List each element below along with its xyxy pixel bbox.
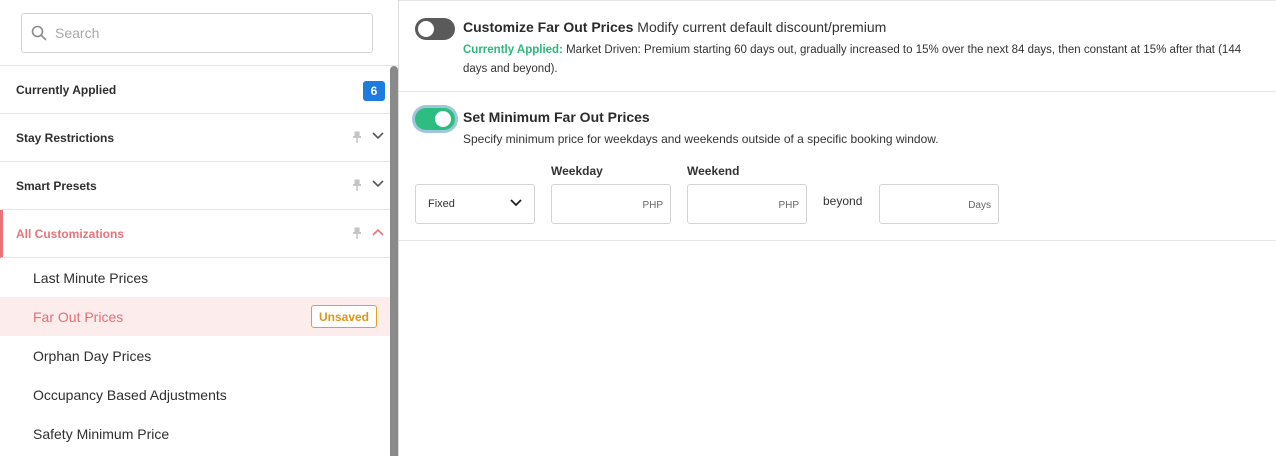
search-icon — [31, 25, 47, 41]
price-type-value: Fixed — [428, 198, 455, 210]
sidebar-item-label: Occupancy Based Adjustments — [33, 386, 227, 403]
pin-icon[interactable] — [352, 227, 362, 239]
weekday-price-input[interactable]: PHP — [551, 184, 671, 224]
minimum-description: Specify minimum price for weekdays and w… — [463, 132, 939, 146]
toggle-knob — [435, 111, 451, 127]
weekday-label: Weekday — [551, 164, 603, 178]
currently-applied-text: Market Driven: Premium starting 60 days … — [463, 44, 1242, 75]
chevron-down-icon[interactable] — [372, 132, 384, 140]
currently-applied-label: Currently Applied: — [463, 44, 563, 56]
price-type-select[interactable]: Fixed — [415, 184, 535, 224]
currency-unit: PHP — [778, 200, 799, 211]
sidebar-item-label: Far Out Prices — [33, 308, 124, 325]
beyond-label: beyond — [823, 194, 863, 208]
section-currently-applied[interactable]: Currently Applied 6 — [0, 66, 390, 114]
customize-far-out-toggle[interactable] — [415, 18, 455, 40]
toggle-knob — [418, 21, 434, 37]
unsaved-badge: Unsaved — [310, 305, 377, 328]
search-area — [0, 0, 398, 66]
section-label: Smart Presets — [16, 178, 97, 193]
minimum-title: Set Minimum Far Out Prices — [463, 109, 650, 125]
sidebar-item-far-out-prices[interactable]: Far Out Prices Unsaved — [0, 297, 390, 336]
days-unit: Days — [968, 200, 991, 211]
sidebar-item-safety-minimum-price[interactable]: Safety Minimum Price — [0, 414, 390, 453]
minimum-far-out-toggle[interactable] — [415, 108, 455, 130]
chevron-down-icon — [510, 199, 522, 207]
chevron-up-icon[interactable] — [372, 228, 384, 236]
chevron-down-icon[interactable] — [372, 180, 384, 188]
customize-far-out-block: Customize Far Out Prices Modify current … — [399, 0, 1276, 92]
sidebar-item-orphan-day-prices[interactable]: Orphan Day Prices — [0, 336, 390, 375]
sidebar-item-label: Last Minute Prices — [33, 269, 149, 286]
sidebar-scrollbar[interactable] — [390, 66, 398, 456]
section-label: Stay Restrictions — [16, 130, 115, 145]
section-all-customizations[interactable]: All Customizations — [0, 210, 390, 258]
section-label: All Customizations — [16, 226, 125, 241]
weekend-price-input[interactable]: PHP — [687, 184, 807, 224]
customize-description: Modify current default discount/premium — [637, 19, 887, 35]
customize-heading: Customize Far Out Prices Modify current … — [463, 19, 886, 35]
sidebar-item-label: Orphan Day Prices — [33, 347, 152, 364]
sidebar-item-label: Safety Minimum Price — [33, 425, 170, 442]
pin-icon[interactable] — [352, 131, 362, 143]
weekend-label: Weekend — [687, 164, 740, 178]
currently-applied-note: Currently Applied: Market Driven: Premiu… — [463, 41, 1263, 79]
days-input[interactable]: Days — [879, 184, 999, 224]
sidebar-item-occupancy-based-adjustments[interactable]: Occupancy Based Adjustments — [0, 375, 390, 414]
section-stay-restrictions[interactable]: Stay Restrictions — [0, 114, 390, 162]
count-badge: 6 — [363, 81, 385, 101]
currency-unit: PHP — [642, 200, 663, 211]
search-input[interactable] — [55, 25, 355, 41]
section-smart-presets[interactable]: Smart Presets — [0, 162, 390, 210]
sidebar-item-last-minute-prices[interactable]: Last Minute Prices — [0, 258, 390, 297]
section-label: Currently Applied — [16, 82, 117, 97]
search-box[interactable] — [21, 13, 373, 53]
main-panel: Customize Far Out Prices Modify current … — [398, 0, 1276, 456]
sidebar: Currently Applied 6 Stay Restrictions Sm… — [0, 0, 398, 456]
pin-icon[interactable] — [352, 179, 362, 191]
customize-title: Customize Far Out Prices — [463, 19, 634, 35]
minimum-far-out-block: Set Minimum Far Out Prices Specify minim… — [399, 92, 1276, 241]
